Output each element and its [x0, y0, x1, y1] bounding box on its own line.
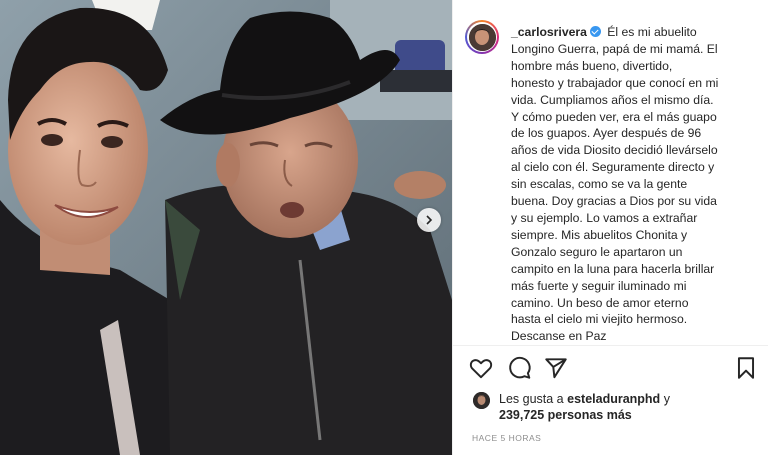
caption-area: _carlosrivera Él es mi abuelito Longino … — [453, 0, 768, 345]
carousel-next-button[interactable] — [417, 208, 441, 232]
caption-line: Descanse en Paz — [511, 329, 607, 344]
instagram-post: _carlosrivera Él es mi abuelito Longino … — [0, 0, 768, 455]
caption-line: buena. Doy gracias a Dios por su vida — [511, 194, 717, 209]
caption-line: campito en la luna para hacerla brillar — [511, 261, 715, 276]
profile-picture-icon — [468, 23, 496, 51]
action-bar — [453, 353, 768, 387]
liker-profile-icon — [473, 392, 490, 409]
caption-line: Y cómo pueden ver, era el más guapo — [511, 109, 717, 124]
post-caption: _carlosrivera Él es mi abuelito Longino … — [511, 24, 761, 345]
caption-line: hombre más bueno, divertido, — [511, 58, 673, 73]
likes-prefix: Les gusta a — [499, 392, 564, 406]
username-link[interactable]: _carlosrivera — [511, 25, 587, 39]
chevron-right-icon — [426, 215, 433, 225]
caption-line: y su ejemplo. Lo vamos a extrañar — [511, 210, 698, 225]
caption-line: Él es mi abuelito — [607, 25, 697, 39]
paper-plane-icon — [545, 358, 567, 379]
caption-line: honesto y trabajador que conocí en mi — [511, 75, 719, 90]
heart-icon — [469, 359, 493, 379]
caption-line: Longino Guerra, papá de mi mamá. El — [511, 41, 718, 56]
post-photo[interactable] — [0, 0, 452, 455]
caption-line: hasta el cielo mi viejito hermoso. — [511, 312, 688, 327]
caption-line: sin escalas, como se va la gente — [511, 177, 688, 192]
post-side-panel: _carlosrivera Él es mi abuelito Longino … — [452, 0, 768, 455]
verified-badge-icon — [589, 26, 601, 37]
bookmark-icon — [737, 357, 755, 379]
caption-line: camino. Un beso de amor eterno — [511, 295, 689, 310]
caption-line: de los guapos. Ayer después de 96 — [511, 126, 702, 141]
panel-divider — [453, 345, 768, 346]
likes-text: Les gusta a esteladuranphd y 239,725 per… — [499, 391, 759, 423]
comment-button[interactable] — [506, 355, 532, 381]
share-button[interactable] — [543, 355, 569, 381]
like-button[interactable] — [468, 355, 494, 381]
liker-username-link[interactable]: esteladuranphd — [567, 392, 660, 406]
caption-line: vida. Cumpliamos años el mismo día. — [511, 92, 714, 107]
caption-line: años de vida Diosito decidió llevárselo — [511, 143, 718, 158]
save-button[interactable] — [733, 355, 759, 381]
caption-line: más fuerte y seguir iluminado mi — [511, 278, 687, 293]
avatar-image — [468, 23, 496, 51]
likes-conjunction: y — [663, 392, 670, 406]
caption-line: al cielo con él. Seguramente directo y — [511, 160, 715, 175]
caption-line: siempre. Mis abuelitos Chonita y — [511, 227, 688, 242]
liker-avatar[interactable] — [473, 392, 490, 409]
comment-icon — [509, 356, 531, 379]
post-timestamp[interactable]: HACE 5 HORAS — [472, 433, 541, 443]
photo-illustration — [0, 0, 452, 455]
likes-count-link[interactable]: 239,725 personas más — [499, 408, 632, 422]
avatar-ring-gap — [467, 22, 497, 52]
avatar[interactable] — [465, 20, 499, 54]
caption-line: Gonzalo seguro le apartaron un — [511, 244, 683, 259]
